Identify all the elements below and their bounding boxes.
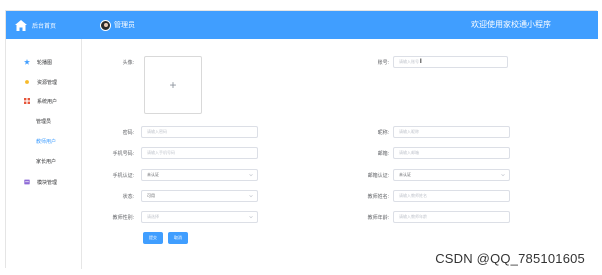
account-input[interactable]: 请输入账号 I	[393, 56, 508, 68]
password-label: 密码:	[122, 130, 134, 136]
watermark: CSDN @QQ_785101605	[435, 251, 585, 266]
chevron-down-icon	[249, 173, 253, 177]
avatar-uploader[interactable]: +	[144, 56, 202, 114]
home-icon	[15, 19, 27, 31]
user-name: 管理员	[114, 22, 135, 29]
sidebar-item-carousel[interactable]: 轮播图	[6, 55, 82, 69]
password-placeholder: 请输入密码	[147, 129, 167, 134]
status-value: 可用	[147, 193, 155, 198]
app-frame: 后台首页 管理员 欢迎使用家校通小程序 轮播图 资源管理 系统用户 管理员 教师…	[5, 10, 598, 269]
sidebar-item-modules[interactable]: 模块管理	[6, 175, 82, 189]
brand-title: 后台首页	[32, 23, 57, 30]
sidebar-item-label: 系统用户	[37, 98, 58, 105]
sidebar-item-parents[interactable]: 家长用户	[6, 154, 82, 168]
status-select[interactable]: 可用	[141, 190, 258, 202]
teacher-gender-select[interactable]: 请选择	[141, 211, 258, 223]
top-header: 后台首页 管理员 欢迎使用家校通小程序	[6, 11, 598, 39]
submit-button[interactable]: 提交	[143, 232, 163, 244]
nickname-label: 昵称:	[377, 130, 389, 136]
phone-verify-value: 未认证	[147, 172, 159, 177]
chevron-down-icon	[249, 215, 253, 219]
plus-icon: +	[169, 78, 177, 92]
email-verify-value: 未认证	[399, 172, 411, 177]
email-input[interactable]: 请输入邮箱	[393, 147, 510, 159]
sidebar-item-label: 教师用户	[36, 138, 57, 145]
user-menu[interactable]: 管理员	[100, 11, 135, 39]
sun-icon	[25, 80, 29, 84]
email-verify-select[interactable]: 未认证	[393, 169, 510, 181]
sidebar-item-label: 家长用户	[36, 158, 57, 165]
sidebar-item-resources[interactable]: 资源管理	[6, 75, 82, 89]
welcome-text: 欢迎使用家校通小程序	[471, 20, 551, 29]
phone-placeholder: 请输入手机号码	[147, 150, 175, 155]
phone-verify-label: 手机认证:	[112, 173, 134, 179]
grid-icon	[24, 98, 30, 104]
account-label: 账号:	[377, 60, 389, 66]
status-label: 状态:	[122, 194, 134, 200]
nickname-placeholder: 请输入昵称	[399, 129, 419, 134]
phone-input[interactable]: 请输入手机号码	[141, 147, 258, 159]
email-placeholder: 请输入邮箱	[399, 150, 419, 155]
teacher-gender-label: 教师性别:	[112, 215, 134, 221]
avatar-label: 头像:	[122, 60, 134, 66]
teacher-age-placeholder: 请输入教师年龄	[399, 214, 427, 219]
chevron-down-icon	[249, 194, 253, 198]
sidebar-item-admins[interactable]: 管理员	[6, 114, 82, 128]
teacher-name-placeholder: 请输入教师姓名	[399, 193, 427, 198]
star-icon	[24, 59, 30, 65]
teacher-name-label: 教师姓名:	[367, 194, 389, 200]
teacher-age-input[interactable]: 请输入教师年龄	[393, 211, 510, 223]
password-input[interactable]: 请输入密码	[141, 126, 258, 138]
teacher-name-input[interactable]: 请输入教师姓名	[393, 190, 510, 202]
box-icon	[24, 179, 30, 185]
phone-verify-select[interactable]: 未认证	[141, 169, 258, 181]
email-label: 邮箱:	[377, 151, 389, 157]
text-cursor-icon: I	[420, 59, 422, 65]
nickname-input[interactable]: 请输入昵称	[393, 126, 510, 138]
cancel-button[interactable]: 取消	[168, 232, 188, 244]
brand-home-link[interactable]: 后台首页	[6, 11, 82, 39]
sidebar-item-label: 轮播图	[37, 59, 53, 66]
sidebar-item-label: 管理员	[36, 118, 52, 125]
sidebar-item-teachers[interactable]: 教师用户	[6, 134, 82, 148]
phone-label: 手机号码:	[112, 151, 134, 157]
sidebar-item-label: 资源管理	[37, 79, 58, 86]
chevron-down-icon	[501, 173, 505, 177]
sidebar: 轮播图 资源管理 系统用户 管理员 教师用户 家长用户 模块管理	[6, 39, 82, 269]
sidebar-item-system-users[interactable]: 系统用户	[6, 94, 82, 108]
account-placeholder: 请输入账号	[399, 59, 419, 64]
sidebar-item-label: 模块管理	[37, 179, 58, 186]
teacher-age-label: 教师年龄:	[367, 215, 389, 221]
avatar	[100, 19, 111, 31]
email-verify-label: 邮箱认证:	[367, 173, 389, 179]
teacher-form: 头像: + 账号: 请输入账号 I 密码: 请输入密码 昵称: 请输入昵称 手机号…	[82, 39, 598, 269]
teacher-gender-placeholder: 请选择	[147, 214, 159, 219]
